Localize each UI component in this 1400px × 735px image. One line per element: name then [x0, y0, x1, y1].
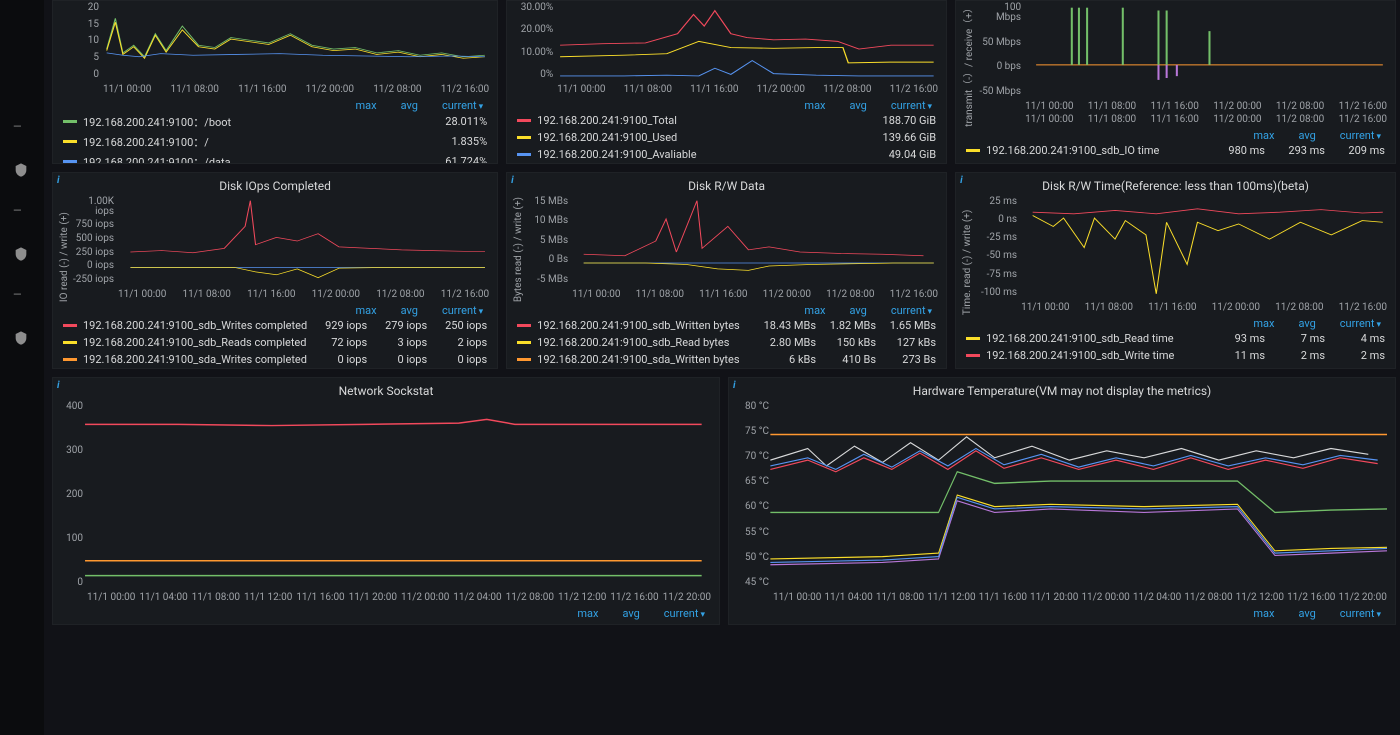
chart-plot[interactable]: 20151050 — [57, 3, 489, 80]
chart-plot[interactable]: 4003002001000 — [57, 402, 711, 588]
y-axis-label: IO read (-) / write (+) — [57, 197, 72, 302]
info-icon[interactable]: i — [57, 175, 60, 186]
legend-row[interactable]: 192.168.200.241:9100_sdb_Written bytes18… — [517, 317, 936, 334]
panel-title: Network Sockstat — [53, 378, 719, 400]
dash-icon[interactable]: — — [13, 288, 31, 306]
panel-filesystem-usage[interactable]: 20151050 11/1 00:0011/1 08:0011/1 16:001… — [52, 0, 498, 164]
panel-network-sockstat[interactable]: i Network Sockstat 4003002001000 — [52, 377, 720, 625]
legend-row[interactable]: 192.168.200.241:9100_sdb_Reads completed… — [63, 334, 487, 351]
legend[interactable]: max avg current 192.168.200.241:9100_sdb_R… — [956, 315, 1395, 368]
col-avg[interactable]: avg — [850, 99, 867, 112]
chart-plot[interactable]: 30.00%20.00%10.00%0% — [511, 3, 938, 80]
col-max[interactable]: max — [1253, 129, 1274, 142]
col-current[interactable]: current — [664, 607, 705, 620]
y-axis-label: transmit（-）/ receive（+） — [960, 3, 979, 127]
shield-icon[interactable] — [13, 246, 31, 264]
app-sidebar: — — — — [0, 0, 44, 735]
legend-row[interactable]: 192.168.200.241:9100：/1.835% — [63, 132, 487, 152]
legend-row[interactable]: 192.168.200.241:9100_Total188.70 GiB — [517, 112, 936, 129]
col-current[interactable]: current — [891, 99, 932, 112]
legend-row[interactable]: 192.168.200.241:9100_sdb_Writes complete… — [63, 317, 487, 334]
legend-row[interactable]: 192.168.200.241:9100_sda_Writes complete… — [63, 351, 487, 368]
legend-row[interactable]: 192.168.200.241:9100：/data61.724% — [63, 152, 487, 163]
legend-row[interactable]: 192.168.200.241:9100_sdb_IO time980 ms29… — [966, 142, 1385, 159]
chart-plot[interactable]: 100 Mbps50 Mbps0 bps-50 Mbps — [979, 3, 1387, 97]
legend[interactable]: max avg current — [729, 605, 1395, 624]
col-avg[interactable]: avg — [1298, 317, 1315, 330]
chart-plot[interactable]: 80 °C75 °C70 °C65 °C60 °C55 °C50 °C45 °C — [733, 402, 1387, 588]
panel-disk-rw-data[interactable]: i Disk R/W Data Bytes read (-) / write (… — [506, 172, 947, 369]
col-avg[interactable]: avg — [850, 304, 867, 317]
legend-row[interactable]: 192.168.200.241:9100：/boot28.011% — [63, 112, 487, 132]
col-current[interactable]: current — [1340, 129, 1381, 142]
panel-hardware-temperature[interactable]: i Hardware Temperature(VM may not displa… — [728, 377, 1396, 625]
panel-title: Hardware Temperature(VM may not display … — [729, 378, 1395, 400]
legend-row[interactable]: 192.168.200.241:9100_sda_Written bytes6 … — [517, 351, 936, 368]
legend[interactable]: max avg current 192.168.200.241:9100_Total… — [507, 97, 946, 163]
info-icon[interactable]: i — [733, 380, 736, 391]
legend[interactable]: max avg current 192.168.200.241:9100_sdb_I… — [956, 127, 1395, 163]
col-max[interactable]: max — [1253, 607, 1274, 620]
x-axis: 11/1 00:0011/1 08:0011/1 16:0011/2 00:00… — [72, 285, 489, 302]
panel-network-io[interactable]: transmit（-）/ receive（+） 100 Mbps50 Mbps0… — [955, 0, 1396, 164]
panel-disk-rw-time[interactable]: i Disk R/W Time(Reference: less than 100… — [955, 172, 1396, 369]
x-axis: 11/1 00:0011/1 04:0011/1 08:0011/1 12:00… — [57, 588, 711, 605]
col-max[interactable]: max — [1253, 317, 1274, 330]
col-max[interactable]: max — [804, 99, 825, 112]
dash-icon[interactable]: — — [13, 204, 31, 222]
legend-row[interactable]: 192.168.200.241:9100_sdb_Read bytes2.80 … — [517, 334, 936, 351]
col-avg[interactable]: avg — [1298, 607, 1315, 620]
legend[interactable]: max avg current 192.168.200.241:9100_sdb_W… — [53, 302, 497, 368]
info-icon[interactable]: i — [960, 175, 963, 186]
chart-plot[interactable]: 25 ms0 ns-25 ms-50 ms-75 ms-100 ms — [975, 197, 1387, 298]
col-max[interactable]: max — [577, 607, 598, 620]
y-axis-label: Time. read (-) / write (+) — [960, 197, 975, 315]
x-axis-secondary: 11/1 00:0011/1 08:0011/1 16:0011/2 00:00… — [979, 114, 1387, 127]
shield-icon[interactable] — [13, 162, 31, 180]
legend-row[interactable]: 192.168.200.241:9100_sdb_Write time11 ms… — [966, 347, 1385, 364]
info-icon[interactable]: i — [511, 175, 514, 186]
panel-memory-pct[interactable]: 30.00%20.00%10.00%0% 11/1 00:0011/1 08:0… — [506, 0, 947, 164]
col-max[interactable]: max — [356, 304, 377, 317]
legend[interactable]: max avg current — [53, 605, 719, 624]
x-axis: 11/1 00:0011/1 08:0011/1 16:0011/2 00:00… — [511, 80, 938, 97]
col-current[interactable]: current — [442, 99, 483, 112]
legend-row[interactable]: 192.168.200.241:9100_sdb_Read time93 ms7… — [966, 330, 1385, 347]
x-axis: 11/1 00:0011/1 08:0011/1 16:0011/2 00:00… — [526, 285, 938, 302]
legend-row[interactable]: 192.168.200.241:9100_Used139.66 GiB — [517, 129, 936, 146]
shield-icon[interactable] — [13, 330, 31, 348]
col-max[interactable]: max — [356, 99, 377, 112]
legend[interactable]: max avg current 192.168.200.241:9100：/boot… — [53, 97, 497, 163]
col-current[interactable]: current — [1340, 317, 1381, 330]
col-max[interactable]: max — [804, 304, 825, 317]
dashboard-grid: 20151050 11/1 00:0011/1 08:0011/1 16:001… — [44, 0, 1400, 735]
panel-title: Disk R/W Time(Reference: less than 100ms… — [956, 173, 1395, 195]
chart-plot[interactable]: 1.00K iops750 iops500 iops250 iops0 iops… — [72, 197, 489, 285]
dash-icon[interactable]: — — [13, 120, 31, 138]
col-avg[interactable]: avg — [401, 304, 418, 317]
x-axis: 11/1 00:0011/1 08:0011/1 16:0011/2 00:00… — [975, 298, 1387, 315]
col-current[interactable]: current — [1340, 607, 1381, 620]
info-icon[interactable]: i — [57, 380, 60, 391]
y-axis-label: Bytes read (-) / write (+) — [511, 197, 526, 302]
panel-disk-iops[interactable]: i Disk IOps Completed IO read (-) / writ… — [52, 172, 498, 369]
x-axis: 11/1 00:0011/1 08:0011/1 16:0011/2 00:00… — [979, 97, 1387, 114]
chart-plot[interactable]: 15 MBs10 MBs5 MBs0 Bs-5 MBs — [526, 197, 938, 285]
x-axis: 11/1 00:0011/1 04:0011/1 08:0011/1 12:00… — [733, 588, 1387, 605]
panel-title: Disk IOps Completed — [53, 173, 497, 195]
col-current[interactable]: current — [891, 304, 932, 317]
col-avg[interactable]: avg — [622, 607, 639, 620]
legend[interactable]: max avg current 192.168.200.241:9100_sdb_W… — [507, 302, 946, 368]
legend-row[interactable]: 192.168.200.241:9100_Avaliable49.04 GiB — [517, 146, 936, 163]
x-axis: 11/1 00:0011/1 08:0011/1 16:0011/2 00:00… — [57, 80, 489, 97]
col-current[interactable]: current — [442, 304, 483, 317]
col-avg[interactable]: avg — [1298, 129, 1315, 142]
col-avg[interactable]: avg — [401, 99, 418, 112]
panel-title: Disk R/W Data — [507, 173, 946, 195]
